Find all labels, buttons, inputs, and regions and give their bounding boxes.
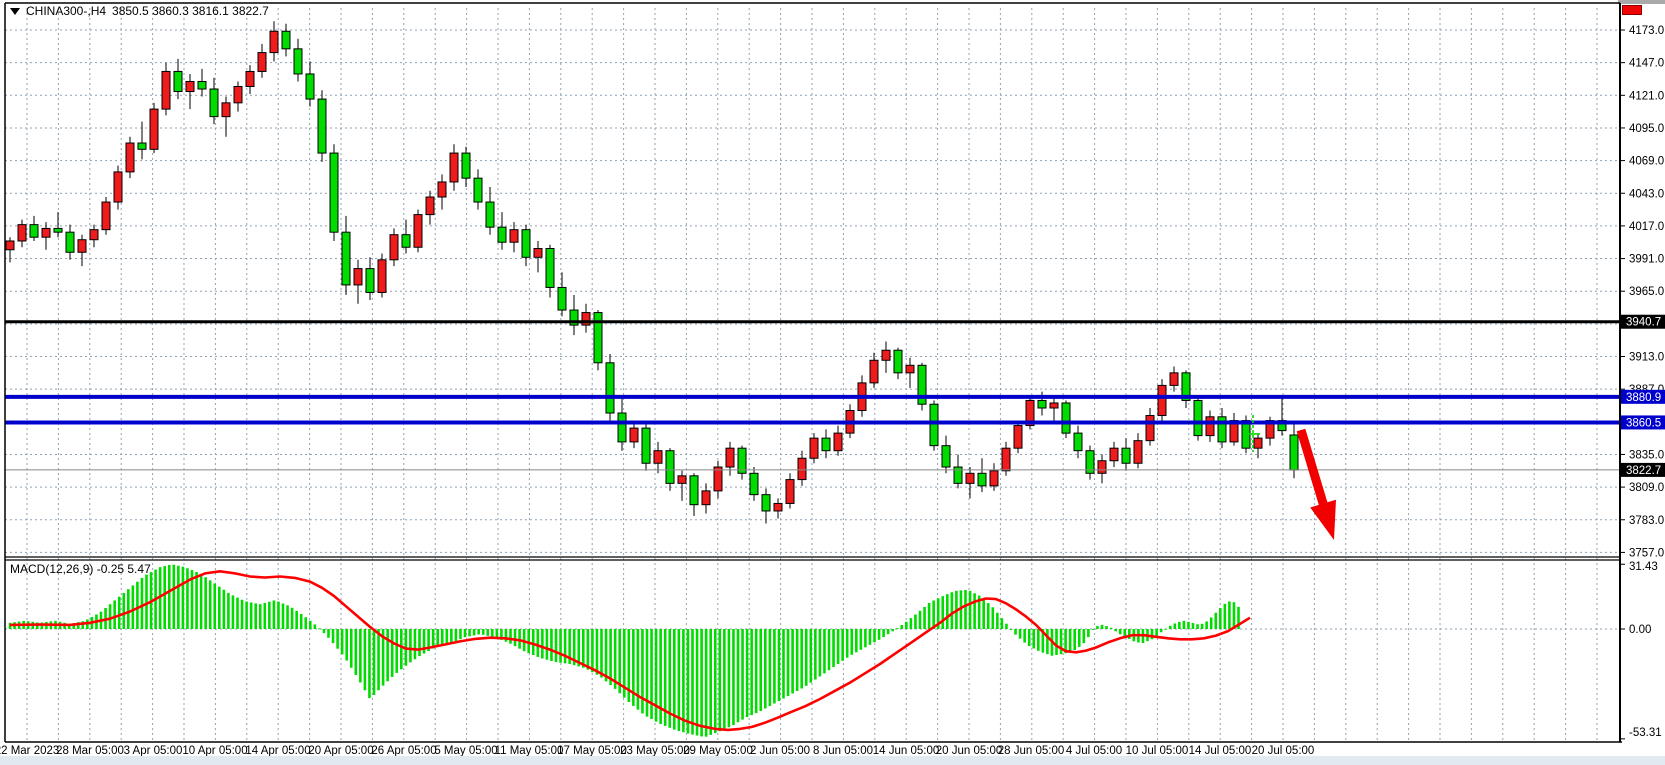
svg-text:3757.0: 3757.0 — [1629, 547, 1664, 559]
chart-ohlc-values: 3850.5 3860.3 3816.1 3822.7 — [112, 4, 269, 18]
svg-text:4043.0: 4043.0 — [1629, 188, 1664, 200]
svg-text:3880.9: 3880.9 — [1626, 392, 1661, 404]
svg-text:0.00: 0.00 — [1629, 624, 1651, 636]
svg-text:3835.0: 3835.0 — [1629, 449, 1664, 461]
svg-text:3860.5: 3860.5 — [1626, 417, 1661, 429]
svg-text:4121.0: 4121.0 — [1629, 90, 1664, 102]
bottom-strip — [0, 756, 1665, 765]
svg-text:31.43: 31.43 — [1629, 561, 1658, 573]
svg-text:3940.7: 3940.7 — [1626, 317, 1661, 329]
svg-text:3822.7: 3822.7 — [1626, 465, 1661, 477]
svg-text:3809.0: 3809.0 — [1629, 482, 1664, 494]
svg-text:3913.0: 3913.0 — [1629, 352, 1664, 364]
svg-text:4017.0: 4017.0 — [1629, 221, 1664, 233]
chart-symbol-period: CHINA300-,H4 — [26, 4, 106, 18]
svg-text:3991.0: 3991.0 — [1629, 254, 1664, 266]
chart-window: 4173.0 4147.0 4121.0 4095.0 4069.0 4043.0 4017… — [0, 0, 1665, 765]
price-chart-canvas[interactable]: 4173.0 4147.0 4121.0 4095.0 4069.0 4043.0 4017… — [0, 0, 1665, 765]
macd-indicator-label: MACD(12,26,9) -0.25 5.47 — [10, 562, 151, 576]
svg-text:4147.0: 4147.0 — [1629, 58, 1664, 70]
symbol-dropdown-icon[interactable] — [10, 8, 20, 15]
svg-text:-53.31: -53.31 — [1629, 727, 1662, 739]
svg-text:4069.0: 4069.0 — [1629, 156, 1664, 168]
svg-text:4095.0: 4095.0 — [1629, 123, 1664, 135]
svg-text:3965.0: 3965.0 — [1629, 286, 1664, 298]
svg-text:3783.0: 3783.0 — [1629, 515, 1664, 527]
svg-text:4173.0: 4173.0 — [1629, 25, 1664, 37]
chart-title-bar: CHINA300-,H4 3850.5 3860.3 3816.1 3822.7 — [10, 4, 269, 18]
